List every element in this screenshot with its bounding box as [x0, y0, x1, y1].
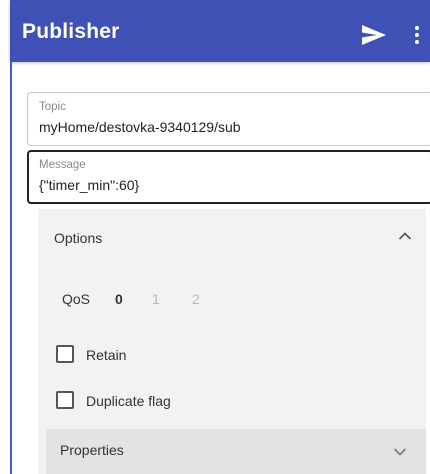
retain-checkbox[interactable] — [56, 345, 74, 363]
topic-input[interactable]: myHome/destovka-9340129/sub — [39, 119, 241, 135]
options-section: Options QoS 0 1 2 Retain Duplicate flag … — [38, 209, 426, 474]
chevron-up-icon[interactable] — [398, 231, 412, 241]
chevron-down-icon[interactable] — [393, 447, 407, 457]
topic-label: Topic — [39, 101, 66, 113]
duplicate-flag-checkbox[interactable] — [56, 391, 74, 409]
qos-option-2[interactable]: 2 — [192, 291, 200, 307]
options-title: Options — [54, 230, 103, 246]
properties-title: Properties — [60, 442, 124, 458]
message-label: Message — [39, 159, 86, 171]
more-vert-icon[interactable] — [412, 25, 422, 45]
publisher-panel: Publisher Topic myHome/destovka-9340129/… — [10, 0, 430, 474]
send-icon[interactable] — [362, 25, 386, 45]
message-input[interactable]: {"timer_min":60} — [39, 177, 139, 193]
options-header[interactable]: Options — [38, 209, 426, 263]
panel-border — [10, 62, 12, 474]
qos-option-0[interactable]: 0 — [115, 291, 123, 307]
qos-label: QoS — [62, 291, 91, 307]
retain-label: Retain — [86, 347, 127, 363]
qos-option-1[interactable]: 1 — [152, 291, 160, 307]
message-field[interactable]: Message {"timer_min":60} — [27, 150, 430, 204]
properties-header[interactable]: Properties — [46, 429, 426, 474]
duplicate-flag-label: Duplicate flag — [86, 393, 171, 409]
app-title: Publisher — [22, 20, 120, 43]
app-bar: Publisher — [10, 0, 430, 62]
topic-field[interactable]: Topic myHome/destovka-9340129/sub — [27, 92, 430, 146]
